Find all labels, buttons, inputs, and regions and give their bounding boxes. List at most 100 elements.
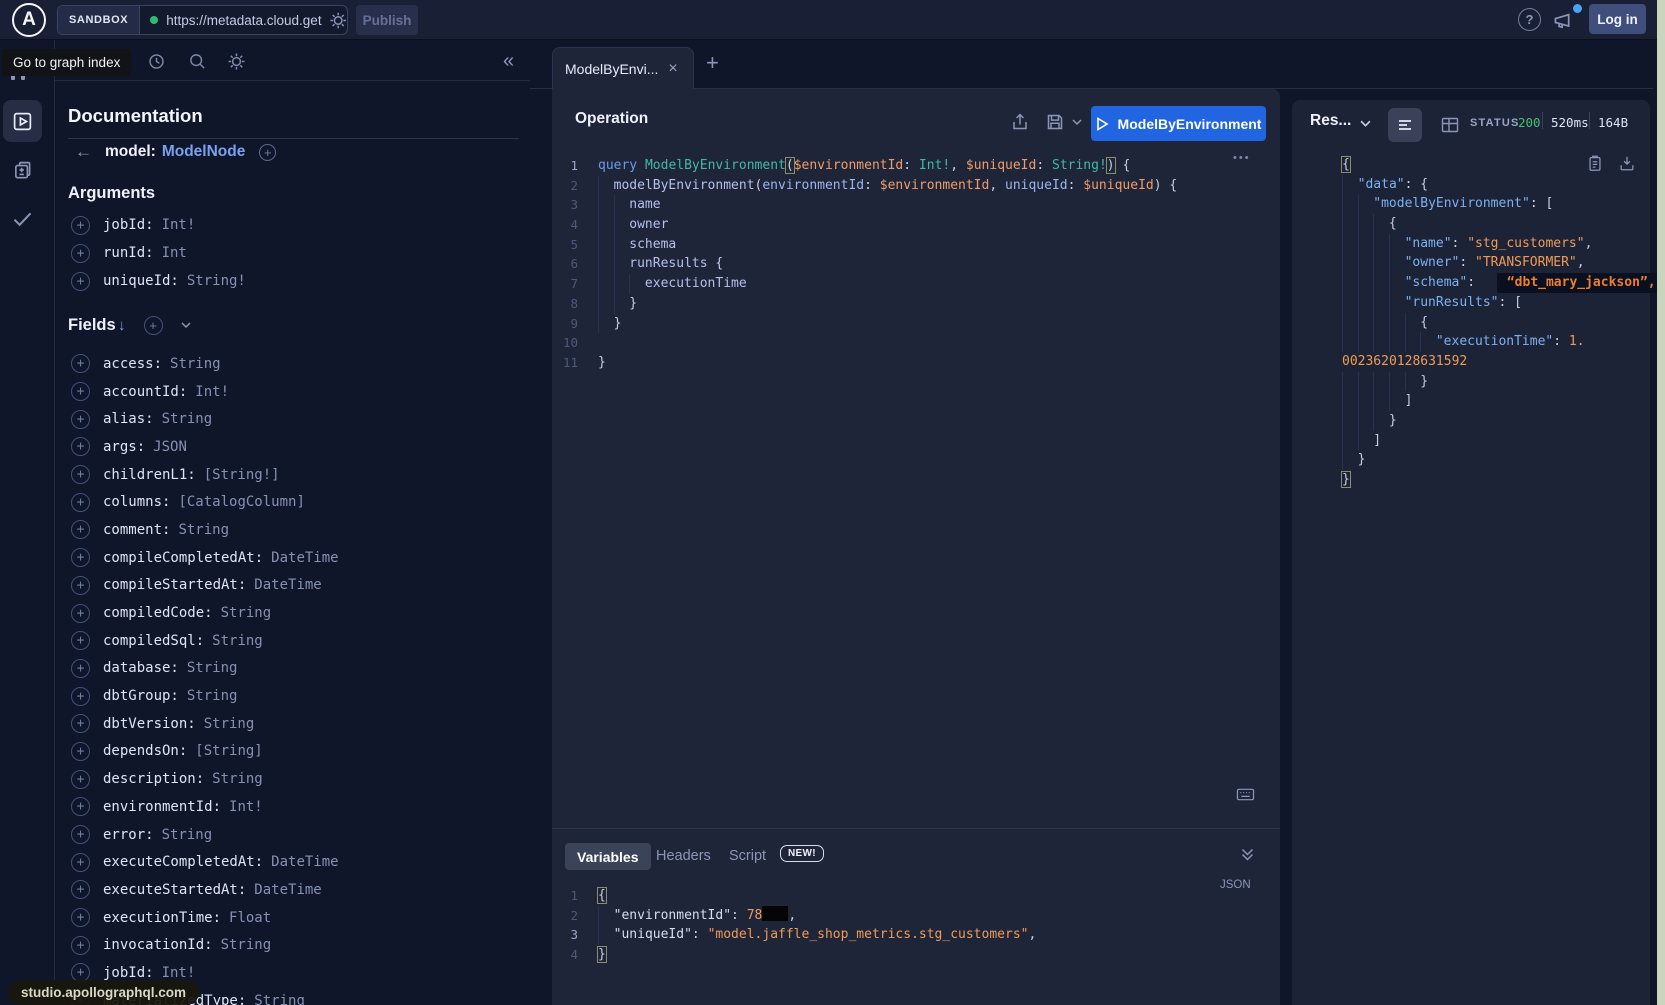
indent-guide (598, 254, 614, 274)
table-view-button[interactable] (1433, 108, 1467, 142)
field-name: access: (103, 356, 162, 372)
endpoint-url-input[interactable]: https://metadata.cloud.get (166, 13, 328, 28)
documentation-title: Documentation (68, 105, 203, 127)
code-token: uniqueId (1005, 178, 1068, 193)
add-field-to-query-button[interactable]: + (71, 880, 90, 899)
add-field-to-query-button[interactable]: + (71, 936, 90, 955)
raw-view-button[interactable] (1388, 108, 1422, 142)
status-bar-url: studio.apollographql.com (8, 980, 199, 1005)
add-field-button[interactable]: + (259, 144, 276, 161)
response-dropdown-chevron-icon[interactable] (1360, 120, 1371, 128)
publish-button[interactable]: Publish (356, 5, 418, 35)
add-field-to-query-button[interactable]: + (71, 465, 90, 484)
indent-guide (598, 314, 614, 334)
add-field-to-query-button[interactable]: + (71, 520, 90, 539)
add-field-to-query-button[interactable]: + (71, 410, 90, 429)
code-token: , (1028, 927, 1036, 942)
code-token: 78 (747, 908, 763, 923)
sidebar-item-schema[interactable] (12, 159, 34, 181)
tab-variables[interactable]: Variables (565, 843, 651, 870)
add-field-to-query-button[interactable]: + (71, 742, 90, 761)
login-button[interactable]: Log in (1589, 4, 1646, 34)
field-name: compileCompletedAt: (103, 550, 263, 566)
add-field-to-query-button[interactable]: + (71, 382, 90, 401)
announcements-megaphone-icon[interactable] (1552, 9, 1575, 32)
add-field-to-query-button[interactable]: + (71, 825, 90, 844)
add-field-to-query-button[interactable]: + (71, 354, 90, 373)
add-field-to-query-button[interactable]: + (71, 631, 90, 650)
field-type: String (204, 716, 255, 732)
indent-guide (614, 254, 630, 274)
history-clock-icon[interactable] (147, 52, 166, 71)
code-token: modelByEnvironment (614, 178, 755, 193)
add-field-to-query-button[interactable]: + (71, 659, 90, 678)
line-number: 10 (552, 333, 578, 353)
code-token: ( (786, 158, 794, 173)
collapse-panel-chevrons-icon[interactable] (1240, 847, 1255, 862)
add-field-to-query-button[interactable]: + (71, 216, 90, 235)
add-field-to-query-button[interactable]: + (71, 548, 90, 567)
response-json-viewer[interactable]: {"data": {"modelByEnvironment": [{"name"… (1322, 155, 1642, 490)
share-icon[interactable] (1010, 112, 1030, 132)
new-tab-button[interactable]: + (706, 50, 719, 76)
line-number: 6 (552, 254, 578, 274)
save-dropdown-chevron-icon[interactable] (1072, 119, 1082, 126)
field-name: dbtVersion: (103, 716, 196, 732)
field-type: String (162, 411, 213, 427)
add-field-to-query-button[interactable]: + (71, 770, 90, 789)
code-token: "data" (1358, 177, 1405, 192)
add-all-fields-button[interactable]: + (144, 316, 163, 335)
run-operation-button[interactable]: ModelByEnvironment (1091, 106, 1266, 141)
collapse-sidebar-icon[interactable]: « (503, 50, 514, 73)
add-field-to-query-button[interactable]: + (71, 853, 90, 872)
add-field-to-query-button[interactable]: + (71, 493, 90, 512)
code-line: 1{ (552, 886, 1280, 906)
code-token: 0023620128631592 (1342, 354, 1467, 369)
back-arrow-icon[interactable]: ← (75, 142, 105, 162)
indent-guide (614, 235, 630, 255)
add-field-to-query-button[interactable]: + (71, 437, 90, 456)
code-line: ] (1322, 391, 1642, 411)
add-field-to-query-button[interactable]: + (71, 797, 90, 816)
settings-gear-icon[interactable] (227, 52, 246, 71)
field-name: uniqueId: (103, 273, 179, 289)
response-size: 164B (1598, 115, 1628, 130)
chevron-down-icon[interactable] (181, 322, 191, 329)
sidebar-item-explorer[interactable] (3, 100, 42, 142)
sidebar-item-checks[interactable] (11, 207, 34, 230)
code-token: String! (1052, 158, 1107, 173)
add-field-to-query-button[interactable]: + (71, 908, 90, 927)
apollo-studio-window: A SANDBOX https://metadata.cloud.get Pub… (0, 0, 1665, 1005)
add-field-to-query-button[interactable]: + (71, 244, 90, 263)
field-row: +args:JSON (55, 433, 525, 461)
indent-guide (1342, 175, 1358, 195)
field-name: compiledCode: (103, 605, 213, 621)
add-field-to-query-button[interactable]: + (71, 272, 90, 291)
code-line: 3"uniqueId": "model.jaffle_shop_metrics.… (552, 925, 1280, 945)
indent-guide (1342, 313, 1358, 333)
crumb-type-link[interactable]: ModelNode (162, 143, 246, 161)
tab-headers[interactable]: Headers (656, 848, 711, 864)
close-tab-icon[interactable]: × (668, 60, 677, 78)
code-token: $uniqueId (966, 158, 1036, 173)
sandbox-badge[interactable]: SANDBOX (58, 6, 140, 34)
keyboard-shortcuts-icon[interactable] (1236, 786, 1255, 803)
operation-code-editor[interactable]: 1query ModelByEnvironment($environmentId… (552, 156, 1280, 373)
endpoint-settings-gear-icon[interactable] (329, 11, 347, 30)
sort-arrow-icon[interactable]: ↓ (118, 317, 126, 334)
tab-modelbyenvironment[interactable]: ModelByEnvi... × (552, 47, 694, 89)
tab-script[interactable]: Script (729, 848, 766, 864)
variables-editor[interactable]: 1{2"environmentId": 78,3"uniqueId": "mod… (552, 886, 1280, 965)
add-field-to-query-button[interactable]: + (71, 714, 90, 733)
tooltip: Go to graph index (2, 49, 131, 76)
add-field-to-query-button[interactable]: + (71, 576, 90, 595)
search-icon[interactable] (188, 52, 207, 71)
endpoint-url-group[interactable]: SANDBOX https://metadata.cloud.get (57, 5, 348, 35)
field-row: +access:String (55, 350, 525, 378)
apollo-logo-icon[interactable]: A (12, 3, 46, 37)
add-field-to-query-button[interactable]: + (71, 687, 90, 706)
save-icon[interactable] (1045, 112, 1065, 132)
help-icon[interactable]: ? (1518, 8, 1541, 31)
indent-guide (1342, 194, 1358, 214)
add-field-to-query-button[interactable]: + (71, 604, 90, 623)
